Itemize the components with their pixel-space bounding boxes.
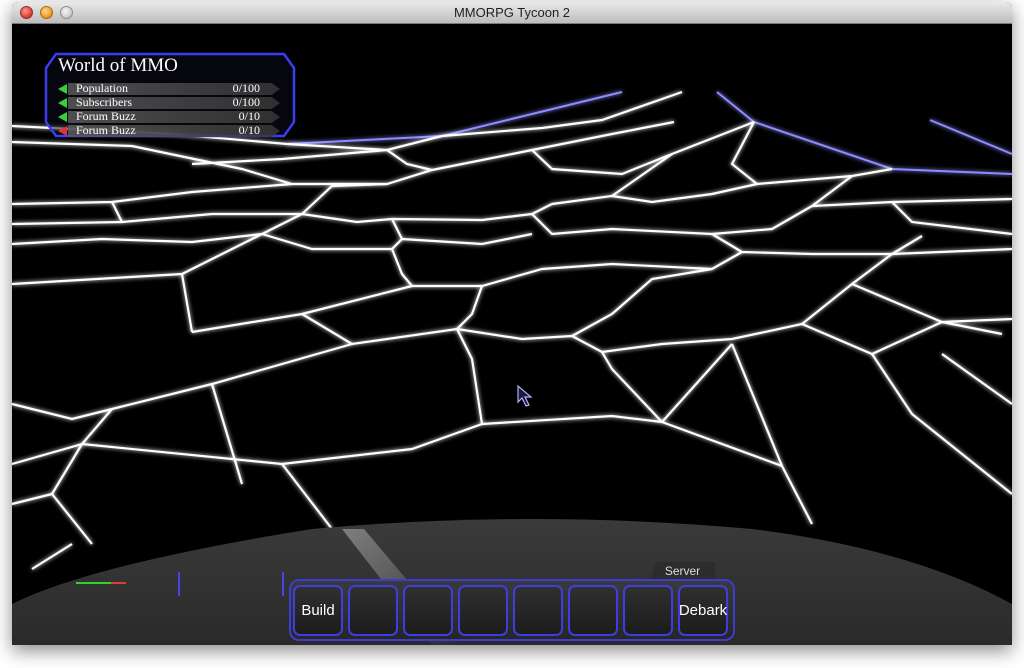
hud-marker (178, 572, 180, 596)
stat-label: Subscribers (76, 95, 132, 109)
trend-down-arrow-icon (58, 126, 67, 136)
toolbar-slot-4[interactable] (513, 585, 563, 636)
stat-value: 0/10 (238, 109, 260, 123)
title-bar[interactable]: MMORPG Tycoon 2 (12, 2, 1012, 24)
build-button[interactable]: Build (293, 585, 343, 636)
trend-up-arrow-icon (58, 112, 67, 122)
stat-value: 0/100 (232, 81, 260, 95)
game-viewport[interactable]: World of MMO Population 0/100 Subscriber… (12, 24, 1012, 645)
stat-value: 0/10 (238, 123, 260, 137)
stat-label: Forum Buzz (76, 123, 136, 137)
game-window: MMORPG Tycoon 2 World of MMO Population … (12, 2, 1012, 645)
trend-up-arrow-icon (58, 98, 67, 108)
world-name: World of MMO (58, 55, 178, 76)
toolbar-slot-2[interactable] (403, 585, 453, 636)
stat-value: 0/100 (232, 95, 260, 109)
stat-forum-buzz-2: Forum Buzz 0/10 (58, 123, 280, 137)
world-status-panel: World of MMO Population 0/100 Subscriber… (42, 52, 298, 138)
toolbar-slot-6[interactable] (623, 585, 673, 636)
window-title: MMORPG Tycoon 2 (453, 5, 571, 20)
hud-marker (282, 572, 284, 596)
stat-forum-buzz: Forum Buzz 0/10 (58, 109, 280, 123)
health-gauge (76, 582, 126, 584)
stat-subscribers: Subscribers 0/100 (58, 95, 280, 109)
mouse-pointer-icon (517, 384, 533, 407)
toolbar-slot-1[interactable] (348, 585, 398, 636)
toolbar-slot-5[interactable] (568, 585, 618, 636)
stat-label: Forum Buzz (76, 109, 136, 123)
trend-up-arrow-icon (58, 84, 67, 94)
stat-population: Population 0/100 (58, 81, 280, 95)
toolbar-slot-3[interactable] (458, 585, 508, 636)
debark-button[interactable]: Debark (678, 585, 728, 636)
stat-label: Population (76, 81, 129, 95)
